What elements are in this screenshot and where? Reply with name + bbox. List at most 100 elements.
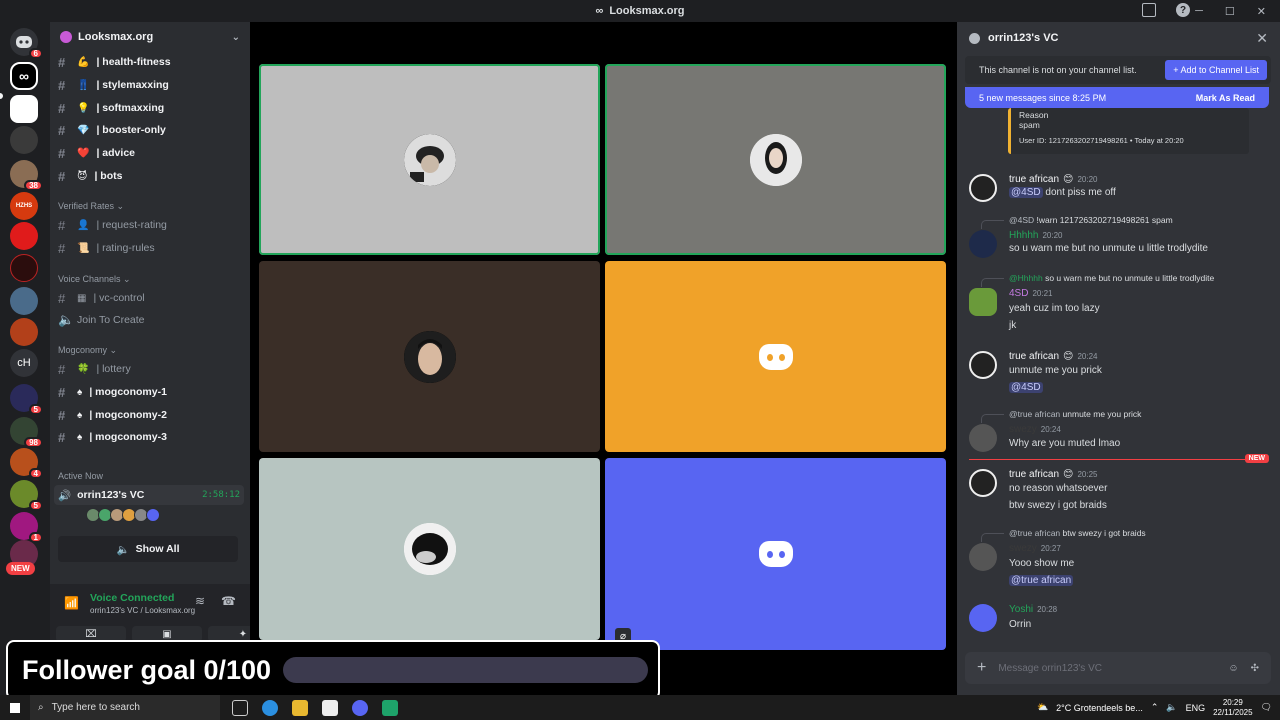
taskbar-search[interactable]: ⌕ Type here to search — [30, 695, 220, 720]
hash-icon: # — [58, 168, 66, 184]
reply-preview[interactable]: @4SD !warn 1217263202719498261 spam — [981, 215, 1173, 229]
message-composer[interactable]: + Message orrin123's VC ☺ ✣ — [965, 652, 1271, 684]
category-voice-channels[interactable]: Voice Channels ⌄ — [58, 274, 131, 285]
active-vc-item[interactable]: 🔊 orrin123's VC 2:58:12 — [54, 485, 244, 505]
start-button[interactable] — [0, 702, 30, 713]
chat-bubble-icon — [969, 32, 980, 44]
chevron-up-icon[interactable]: ⌃ — [1151, 702, 1159, 713]
chevron-down-icon: ⌄ — [231, 31, 240, 43]
reply-preview[interactable]: @true african btw swezy i got braids — [981, 528, 1146, 542]
video-tile[interactable] — [605, 64, 946, 255]
file-explorer-icon[interactable] — [292, 699, 308, 716]
discord-taskbar-icon[interactable] — [352, 699, 368, 716]
server-2[interactable] — [10, 95, 38, 123]
channel-rating-rules[interactable]: # 📜 | rating-rules — [58, 238, 244, 258]
channel-advice[interactable]: # ❤️ | advice — [58, 143, 244, 163]
server-7[interactable] — [10, 254, 38, 282]
channel-mogconomy-3[interactable]: # ♠ | mogconomy-3 — [58, 427, 244, 447]
channel-lottery[interactable]: # 🍀 | lottery — [58, 359, 244, 379]
server-3[interactable] — [10, 126, 38, 154]
guild-header[interactable]: Looksmax.org ⌄ — [50, 22, 250, 52]
hash-icon: # — [58, 240, 66, 256]
server-13[interactable]: 5 — [10, 480, 43, 511]
video-tile[interactable] — [259, 261, 600, 452]
avatar — [146, 508, 160, 522]
notifications-icon[interactable]: 🗨 — [1261, 702, 1272, 713]
video-tile[interactable]: ⌀ — [605, 458, 946, 650]
mention[interactable]: @4SD — [1009, 382, 1043, 393]
signal-icon[interactable]: 📶 — [64, 596, 79, 610]
emoji-icon[interactable]: ☺ — [1228, 663, 1238, 674]
message-input[interactable]: Message orrin123's VC — [998, 663, 1102, 674]
help-icon[interactable]: ? — [1176, 3, 1190, 17]
video-stage: ⌀ — [250, 22, 957, 695]
volume-icon[interactable]: 🔈 — [1166, 702, 1177, 713]
reply-preview[interactable]: @Hhhhh so u warn me but no unmute u litt… — [980, 273, 1214, 287]
server-10[interactable]: 5 — [10, 384, 43, 415]
app-icon[interactable] — [322, 699, 338, 716]
close-button[interactable]: ✕ — [1257, 5, 1266, 18]
speaker-icon: 🔈 — [58, 312, 75, 327]
category-mogconomy[interactable]: Mogconomy ⌄ — [58, 345, 117, 356]
channel-bots[interactable]: # 😈 | bots — [58, 166, 244, 186]
server-5[interactable]: HZHS — [10, 192, 38, 220]
add-to-channel-list-button[interactable]: + Add to Channel List — [1165, 60, 1267, 80]
avatar — [403, 133, 456, 186]
minimize-button[interactable]: ─ — [1195, 5, 1203, 17]
noise-suppression-icon[interactable]: ≋ — [195, 594, 205, 608]
close-icon[interactable]: ✕ — [1256, 30, 1268, 47]
clock[interactable]: 20:29 22/11/2025 — [1213, 698, 1252, 718]
server-8[interactable] — [10, 287, 38, 315]
server-9[interactable] — [10, 318, 38, 346]
apps-icon[interactable]: ✣ — [1251, 663, 1259, 674]
active-now-label: Active Now — [58, 471, 104, 481]
mention[interactable]: @true african — [1009, 575, 1074, 586]
server-12[interactable]: 4 — [10, 448, 43, 479]
channel-vc-control[interactable]: # ▦ | vc-control — [58, 288, 244, 308]
channel-health-fitness[interactable]: # 💪 | health-fitness — [58, 52, 244, 72]
hash-icon: # — [58, 54, 66, 70]
server-ch[interactable]: cH — [10, 349, 38, 377]
server-11[interactable]: 98 — [10, 417, 43, 448]
video-tile[interactable] — [259, 64, 600, 255]
channel-join-to-create[interactable]: 🔈 Join To Create — [58, 310, 244, 330]
server-14[interactable]: 1 — [10, 512, 43, 543]
chat-header: orrin123's VC ✕ — [957, 22, 1280, 54]
video-tile[interactable] — [259, 458, 600, 640]
reply-preview[interactable]: @true african unmute me you prick — [980, 409, 1141, 423]
follower-goal-bar — [283, 657, 648, 683]
mark-as-read-button[interactable]: Mark As Read — [1196, 93, 1255, 103]
hash-icon: # — [58, 407, 66, 423]
maximize-button[interactable]: ☐ — [1225, 5, 1235, 18]
window-titlebar: ∞ Looksmax.org ? ─ ☐ ✕ — [0, 0, 1280, 22]
mention[interactable]: @4SD — [1009, 187, 1043, 198]
channel-softmaxxing[interactable]: # 💡 | softmaxxing — [58, 98, 244, 118]
video-tile[interactable] — [605, 261, 946, 452]
avatar — [969, 174, 997, 202]
grid-icon: ▦ — [77, 292, 87, 304]
follower-goal-overlay: Follower goal 0/100 — [6, 640, 660, 700]
channel-mogconomy-1[interactable]: # ♠ | mogconomy-1 — [58, 382, 244, 402]
hash-icon: # — [58, 361, 66, 377]
edge-icon[interactable] — [262, 699, 278, 716]
channel-booster-only[interactable]: # 💎 | booster-only — [58, 120, 244, 140]
server-4[interactable]: 38 — [10, 160, 43, 191]
disconnect-icon[interactable]: ☎ — [221, 594, 236, 608]
task-view-icon[interactable] — [232, 699, 248, 716]
avatar — [969, 469, 997, 497]
home-button[interactable]: 6 — [10, 28, 43, 59]
inbox-icon[interactable] — [1142, 3, 1156, 17]
plus-icon[interactable]: + — [977, 659, 986, 677]
app-icon[interactable] — [382, 699, 398, 716]
channel-stylemaxxing[interactable]: # 👖 | stylemaxxing — [58, 75, 244, 95]
hash-icon: # — [58, 100, 66, 116]
vc-participant-avatars[interactable] — [86, 508, 160, 522]
server-6[interactable] — [10, 222, 38, 250]
channel-sidebar: Looksmax.org ⌄ # 💪 | health-fitness # 👖 | st… — [50, 22, 278, 695]
show-all-button[interactable]: 🔈 Show All — [58, 536, 238, 562]
category-verified-rates[interactable]: Verified Rates ⌄ — [58, 201, 124, 212]
server-looksmax[interactable]: ∞ — [10, 62, 38, 90]
channel-request-rating[interactable]: # 👤 | request-rating — [58, 215, 244, 235]
channel-mogconomy-2[interactable]: # ♠ | mogconomy-2 — [58, 405, 244, 425]
unread-banner[interactable]: 5 new messages since 8:25 PM Mark As Rea… — [965, 87, 1269, 108]
